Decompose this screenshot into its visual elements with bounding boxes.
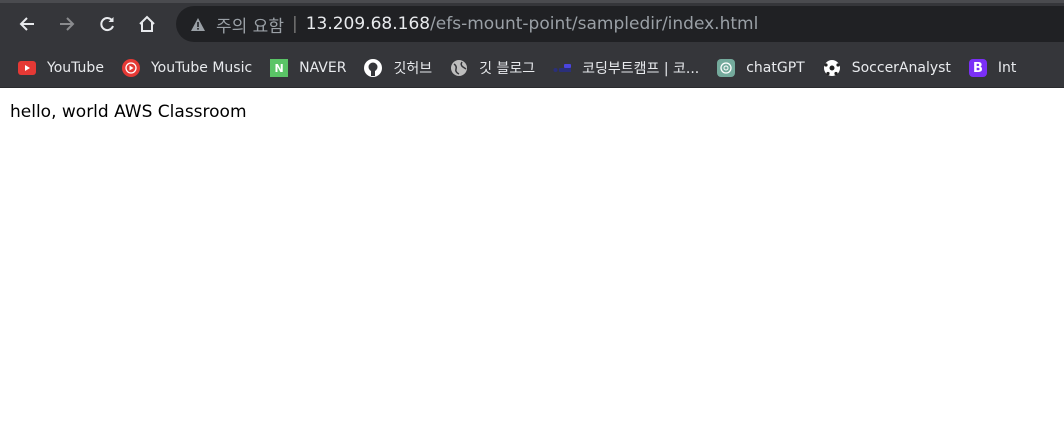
bookmark-chatgpt[interactable]: chatGPT — [717, 59, 805, 77]
bookmark-label: NAVER — [299, 60, 347, 76]
bookmark-label: 깃 블로그 — [479, 61, 536, 77]
globe-icon — [450, 59, 468, 77]
github-icon — [364, 59, 383, 77]
page-text: hello, world AWS Classroom — [10, 102, 247, 122]
bookmark-git-blog[interactable]: 깃 블로그 — [450, 58, 535, 78]
bookmark-int[interactable]: B Int — [968, 59, 1017, 77]
bookmark-label: SoccerAnalyst — [851, 60, 951, 76]
forward-button[interactable] — [54, 11, 80, 37]
bookmark-label: chatGPT — [746, 60, 805, 76]
bookmark-label: YouTube — [47, 60, 104, 76]
bootstrap-icon: B — [968, 59, 987, 77]
bookmark-socceranalyst[interactable]: SoccerAnalyst — [823, 59, 951, 77]
home-icon — [139, 15, 155, 32]
separator: | — [291, 14, 298, 34]
forward-arrow-icon — [60, 17, 75, 31]
address-bar[interactable]: 주의 요함 | 13.209.68.168 /efs-mount-point/s… — [176, 6, 1064, 42]
bookmark-label: Int — [997, 60, 1017, 76]
codingbootcamp-icon — [553, 59, 572, 77]
reload-icon — [100, 17, 114, 32]
back-arrow-icon — [19, 17, 34, 31]
youtube-music-icon — [121, 59, 140, 77]
chatgpt-icon — [717, 59, 736, 77]
url-path: /efs-mount-point/sampledir/index.html — [430, 14, 759, 34]
bookmark-youtube[interactable]: YouTube — [18, 59, 104, 77]
soccer-ball-icon — [823, 59, 841, 77]
youtube-icon — [18, 59, 36, 77]
security-warning[interactable]: 주의 요함 — [216, 12, 284, 37]
url-host: 13.209.68.168 — [305, 14, 431, 34]
bookmark-label: 코딩부트캠프 | 코... — [582, 61, 700, 77]
naver-icon: N — [270, 59, 289, 77]
bookmark-codingbootcamp[interactable]: 코딩부트캠프 | 코... — [553, 58, 699, 78]
home-button[interactable] — [134, 11, 160, 37]
browser-chrome: 주의 요함 | 13.209.68.168 /efs-mount-point/s… — [0, 0, 1064, 88]
bookmark-label: YouTube Music — [150, 60, 253, 76]
bookmark-youtube-music[interactable]: YouTube Music — [121, 59, 253, 77]
warning-icon — [191, 17, 205, 31]
bookmarks-bar: YouTube YouTube Music N NAVER 깃허브 깃 블로그 코… — [0, 48, 1016, 88]
page-content: hello, world AWS Classroom — [0, 88, 1064, 136]
back-button[interactable] — [14, 11, 40, 37]
bookmark-naver[interactable]: N NAVER — [270, 59, 346, 77]
bookmark-github[interactable]: 깃허브 — [364, 58, 432, 78]
reload-button[interactable] — [94, 11, 120, 37]
navigation-bar: 주의 요함 | 13.209.68.168 /efs-mount-point/s… — [0, 3, 1064, 45]
bookmark-label: 깃허브 — [393, 61, 433, 77]
